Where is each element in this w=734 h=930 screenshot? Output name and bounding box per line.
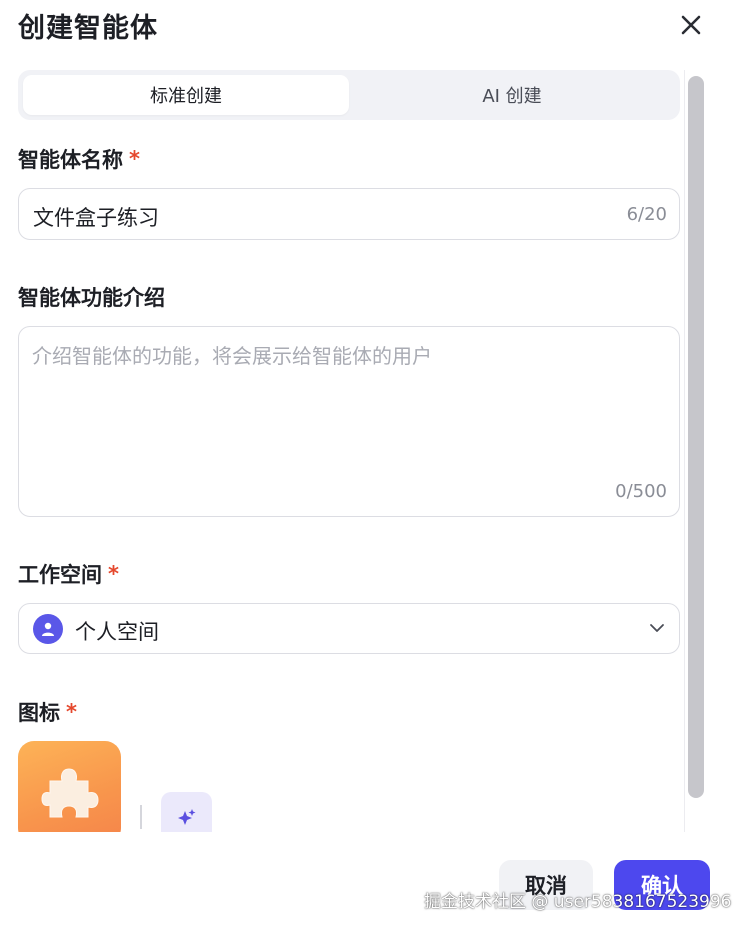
form-scroll-area: 标准创建 AI 创建 智能体名称 * 文件盒子练习 6/20 智能体功能介绍 介… bbox=[0, 70, 734, 832]
create-mode-tabs: 标准创建 AI 创建 bbox=[18, 70, 680, 120]
agent-description-label: 智能体功能介绍 bbox=[18, 282, 165, 312]
agent-name-label-text: 智能体名称 bbox=[18, 148, 123, 172]
selected-agent-icon[interactable] bbox=[18, 741, 121, 832]
workspace-select[interactable]: 个人空间 bbox=[18, 603, 680, 654]
workspace-label: 工作空间 * bbox=[18, 559, 119, 589]
dialog-title: 创建智能体 bbox=[18, 13, 158, 44]
user-icon bbox=[33, 614, 63, 644]
scrollbar-thumb[interactable] bbox=[688, 76, 704, 798]
create-agent-dialog: 创建智能体 标准创建 AI 创建 智能体名称 * 文件盒子练习 6/20 智能体… bbox=[0, 0, 734, 930]
agent-description-placeholder: 介绍智能体的功能，将会展示给智能体的用户 bbox=[32, 344, 432, 368]
tab-standard-create[interactable]: 标准创建 bbox=[23, 75, 349, 115]
agent-name-input[interactable]: 文件盒子练习 6/20 bbox=[18, 188, 680, 240]
agent-description-counter: 0/500 bbox=[615, 481, 667, 502]
agent-name-counter: 6/20 bbox=[626, 204, 667, 225]
required-mark: * bbox=[108, 562, 119, 586]
required-mark: * bbox=[129, 147, 140, 171]
agent-description-textarea[interactable]: 介绍智能体的功能，将会展示给智能体的用户 0/500 bbox=[18, 326, 680, 517]
agent-name-label: 智能体名称 * bbox=[18, 144, 140, 174]
required-mark: * bbox=[66, 700, 77, 724]
agent-name-value: 文件盒子练习 bbox=[33, 206, 159, 230]
agent-description-label-text: 智能体功能介绍 bbox=[18, 286, 165, 310]
icon-label: 图标 * bbox=[18, 697, 77, 727]
sparkle-icon bbox=[177, 808, 195, 825]
close-button[interactable] bbox=[676, 10, 706, 40]
ai-generate-icon-button[interactable] bbox=[161, 792, 212, 832]
puzzle-piece-icon bbox=[40, 767, 99, 817]
watermark: 掘金技术社区 @ user5838167523996 bbox=[424, 892, 732, 912]
icon-divider bbox=[140, 805, 142, 829]
icon-label-text: 图标 bbox=[18, 701, 60, 725]
close-icon bbox=[681, 15, 701, 35]
workspace-value: 个人空间 bbox=[75, 620, 159, 644]
tab-ai-create[interactable]: AI 创建 bbox=[349, 75, 675, 115]
chevron-down-icon bbox=[650, 624, 664, 632]
workspace-label-text: 工作空间 bbox=[18, 563, 102, 587]
